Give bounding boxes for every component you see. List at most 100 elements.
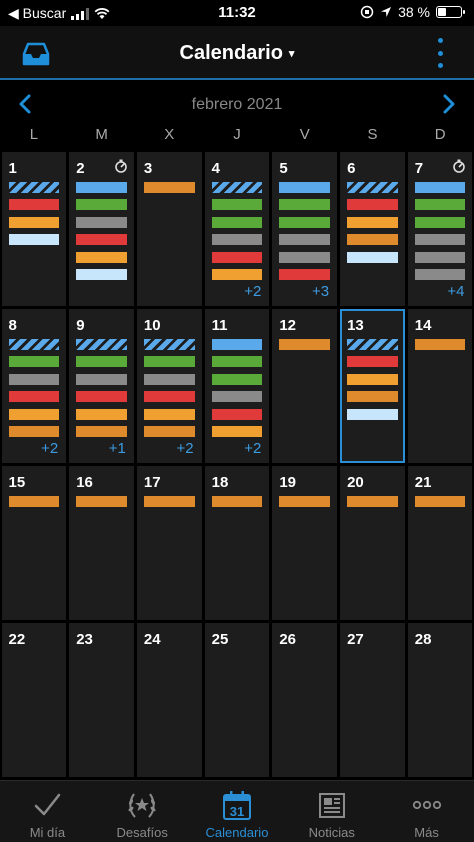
event-bar[interactable] — [211, 199, 263, 211]
event-bar[interactable] — [8, 373, 60, 385]
tab-mas[interactable]: Más — [379, 781, 474, 842]
event-bar[interactable] — [76, 269, 127, 280]
event-bar[interactable] — [414, 199, 466, 211]
event-bar[interactable] — [414, 339, 466, 350]
day-cell-26[interactable]: 26 — [272, 623, 338, 777]
event-bar[interactable] — [414, 269, 466, 280]
more-events-count[interactable]: +2 — [177, 440, 194, 457]
event-bar[interactable] — [8, 199, 60, 211]
day-cell-28[interactable]: 28 — [407, 623, 473, 777]
event-bar[interactable] — [211, 426, 263, 437]
event-bar[interactable] — [76, 234, 127, 246]
event-bar[interactable] — [414, 496, 466, 507]
day-cell-3[interactable]: 3 — [136, 152, 202, 306]
day-cell-4[interactable]: 4 +2 — [204, 152, 270, 306]
page-title[interactable]: Calendario ▾ — [0, 42, 474, 65]
day-cell-1[interactable]: 1 — [1, 152, 67, 306]
tab-mi-dia[interactable]: Mi día — [0, 781, 95, 842]
event-bar[interactable] — [143, 496, 195, 507]
event-bar[interactable] — [279, 234, 331, 246]
chevron-right-icon[interactable] — [436, 92, 460, 116]
event-bar[interactable] — [8, 216, 60, 228]
event-bar[interactable] — [279, 496, 331, 507]
event-bar[interactable] — [347, 234, 398, 246]
event-bar[interactable] — [414, 251, 466, 263]
day-cell-24[interactable]: 24 — [136, 623, 202, 777]
day-cell-5[interactable]: 5 +3 — [272, 152, 338, 306]
event-bar[interactable] — [8, 391, 60, 403]
day-cell-9[interactable]: 9 +1 — [69, 309, 134, 463]
day-cell-7[interactable]: 7 +4 — [407, 152, 473, 306]
event-bar[interactable] — [76, 216, 127, 228]
more-events-count[interactable]: +2 — [244, 440, 261, 457]
event-bar[interactable] — [8, 408, 60, 420]
event-bar[interactable] — [76, 199, 127, 211]
event-bar[interactable] — [211, 251, 263, 263]
event-bar[interactable] — [211, 269, 263, 280]
event-bar[interactable] — [279, 216, 331, 228]
more-events-count[interactable]: +4 — [447, 283, 464, 300]
event-bar[interactable] — [76, 373, 127, 385]
event-bar-striped[interactable] — [8, 182, 60, 193]
day-cell-12[interactable]: 12 — [272, 309, 338, 463]
day-cell-23[interactable]: 23 — [69, 623, 134, 777]
event-bar-striped[interactable] — [211, 182, 263, 193]
more-events-count[interactable]: +3 — [312, 283, 329, 300]
day-cell-2[interactable]: 2 — [69, 152, 134, 306]
event-bar[interactable] — [347, 251, 398, 263]
event-bar[interactable] — [211, 391, 263, 403]
event-bar[interactable] — [347, 199, 398, 211]
day-cell-8[interactable]: 8 +2 — [1, 309, 67, 463]
event-bar-striped[interactable] — [347, 339, 398, 350]
event-bar[interactable] — [143, 373, 195, 385]
event-bar[interactable] — [211, 496, 263, 507]
day-cell-15[interactable]: 15 — [1, 466, 67, 620]
day-cell-13[interactable]: 13 — [340, 309, 405, 463]
event-bar[interactable] — [143, 391, 195, 403]
event-bar[interactable] — [414, 216, 466, 228]
event-bar[interactable] — [76, 182, 127, 193]
event-bar[interactable] — [279, 199, 331, 211]
page-title-text[interactable]: Calendario — [180, 42, 283, 64]
event-bar[interactable] — [279, 269, 331, 280]
day-cell-17[interactable]: 17 — [136, 466, 202, 620]
chevron-down-icon[interactable]: ▾ — [289, 48, 295, 60]
event-bar[interactable] — [76, 391, 127, 403]
day-cell-22[interactable]: 22 — [1, 623, 67, 777]
event-bar[interactable] — [347, 356, 398, 368]
event-bar-striped[interactable] — [347, 182, 398, 193]
event-bar[interactable] — [76, 496, 127, 507]
event-bar[interactable] — [279, 251, 331, 263]
tab-noticias[interactable]: Noticias — [284, 781, 379, 842]
event-bar[interactable] — [211, 216, 263, 228]
event-bar[interactable] — [143, 408, 195, 420]
event-bar[interactable] — [211, 339, 263, 350]
event-bar[interactable] — [347, 391, 398, 403]
more-events-count[interactable]: +2 — [41, 440, 58, 457]
event-bar[interactable] — [8, 356, 60, 368]
event-bar[interactable] — [414, 234, 466, 246]
day-cell-6[interactable]: 6 — [340, 152, 405, 306]
event-bar[interactable] — [143, 426, 195, 437]
event-bar[interactable] — [279, 182, 331, 193]
more-events-count[interactable]: +2 — [244, 283, 261, 300]
event-bar[interactable] — [347, 408, 398, 420]
event-bar[interactable] — [414, 182, 466, 193]
tab-calendario[interactable]: 31 Calendario — [190, 781, 285, 842]
day-cell-19[interactable]: 19 — [272, 466, 338, 620]
day-cell-16[interactable]: 16 — [69, 466, 134, 620]
event-bar[interactable] — [347, 496, 398, 507]
event-bar[interactable] — [279, 339, 331, 350]
day-cell-25[interactable]: 25 — [204, 623, 270, 777]
event-bar[interactable] — [143, 356, 195, 368]
day-cell-27[interactable]: 27 — [340, 623, 405, 777]
event-bar[interactable] — [347, 216, 398, 228]
day-cell-18[interactable]: 18 — [204, 466, 270, 620]
event-bar[interactable] — [8, 234, 60, 246]
event-bar[interactable] — [211, 373, 263, 385]
event-bar[interactable] — [76, 408, 127, 420]
event-bar[interactable] — [76, 251, 127, 263]
event-bar-striped[interactable] — [8, 339, 60, 350]
day-cell-21[interactable]: 21 — [407, 466, 473, 620]
day-cell-14[interactable]: 14 — [407, 309, 473, 463]
